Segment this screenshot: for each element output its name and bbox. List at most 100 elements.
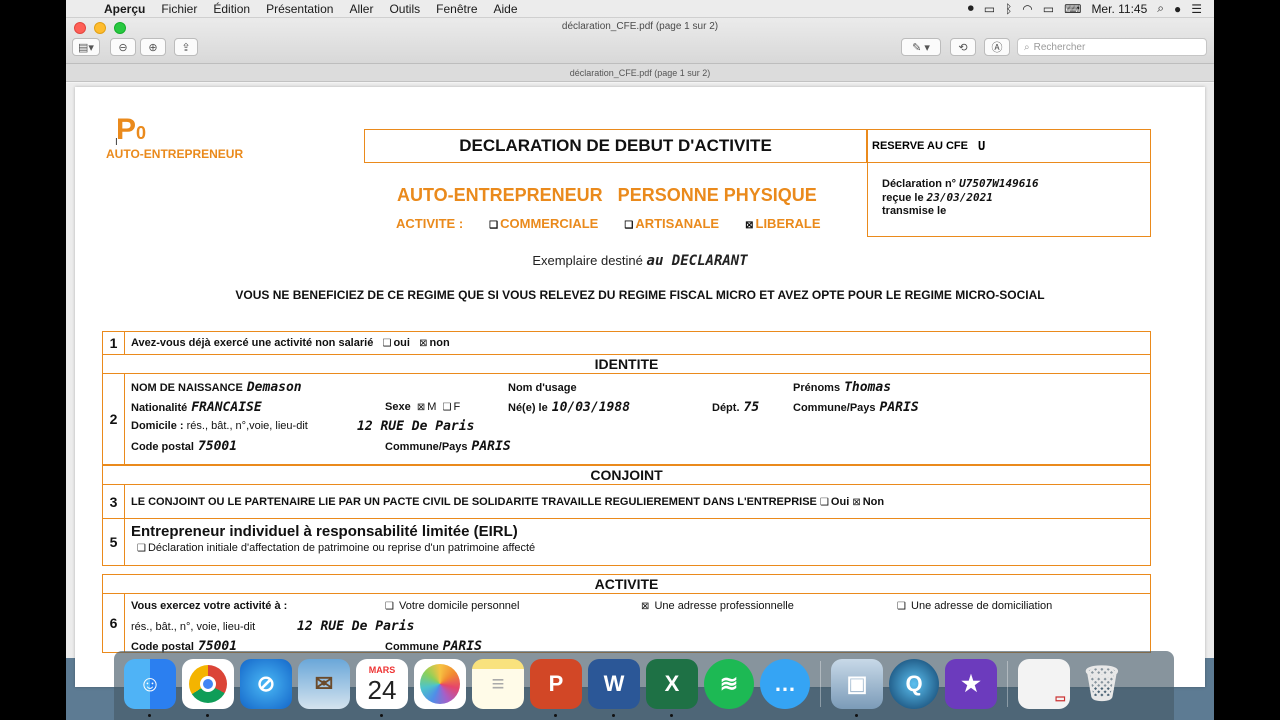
question-3-row: 3 LE CONJOINT OU LE PARTENAIRE LIE PAR U…	[102, 484, 1151, 519]
safari-icon[interactable]: ⊘	[240, 659, 292, 709]
q6-label: Vous exercez votre activité à :	[131, 600, 288, 612]
checkbox-empty-icon[interactable]: ❑	[137, 543, 146, 554]
zoom-out-icon[interactable]: ⊖	[110, 38, 136, 56]
bluetooth-icon[interactable]: ᛒ	[1005, 2, 1012, 16]
declaration-value: U7507W149616	[959, 177, 1039, 190]
recue-label: reçue le	[882, 192, 924, 204]
menu-outils[interactable]: Outils	[381, 2, 428, 16]
checkbox-checked-icon[interactable]: ⊠	[641, 601, 649, 612]
preview-icon[interactable]: ▣	[831, 659, 883, 717]
quicktime-icon[interactable]: Q	[889, 659, 939, 709]
commune-pays2-value: PARIS	[471, 439, 511, 454]
dock: ☺ ⊘ ✉ MARS 24 ≡ P W X ≋ … ▣ Q ★ ▭ 🗑	[114, 651, 1174, 720]
imovie-icon[interactable]: ★	[945, 659, 997, 709]
question-6-row: 6 Vous exercez votre activité à : ❑ Votr…	[102, 593, 1151, 654]
search-placeholder: Rechercher	[1033, 41, 1086, 53]
chrome-icon[interactable]	[182, 659, 234, 717]
powerpoint-icon[interactable]: P	[530, 659, 582, 717]
title-bar: déclaration_CFE.pdf (page 1 sur 2) ▤▾ ⊖ …	[66, 18, 1214, 64]
ae-heading: AUTO-ENTREPRENEUR PERSONNE PHYSIQUE	[397, 185, 817, 205]
keyboard-icon[interactable]: ⌨	[1064, 2, 1081, 16]
q1-text: Avez-vous déjà exercé une activité non s…	[131, 337, 374, 349]
menu-aller[interactable]: Aller	[341, 2, 381, 16]
checkbox-checked-icon[interactable]: ⊠	[852, 497, 860, 508]
document-viewer[interactable]: I P0 AUTO-ENTREPRENEUR DECLARATION DE DE…	[66, 83, 1214, 687]
document-icon[interactable]: ▭	[1018, 659, 1070, 709]
notification-center-icon[interactable]: ☰	[1191, 2, 1202, 16]
checkbox-checked-icon[interactable]: ⊠	[417, 402, 425, 413]
menu-aide[interactable]: Aide	[486, 2, 526, 16]
q6-address-value: 12 RUE De Paris	[297, 619, 415, 634]
sidebar-toggle-icon[interactable]: ▤▾	[72, 38, 100, 56]
zoom-in-icon[interactable]: ⊕	[140, 38, 166, 56]
rotate-icon[interactable]: ⟲	[950, 38, 976, 56]
battery-icon[interactable]: ▭	[1043, 2, 1054, 16]
activite-commerciale-option[interactable]: ❑ COMMERCIALE	[489, 216, 598, 231]
airplay-icon[interactable]: ▭	[984, 2, 995, 16]
question-number: 2	[103, 374, 125, 464]
trash-icon[interactable]: 🗑	[1076, 659, 1128, 709]
question-number: 5	[103, 519, 125, 565]
exemplaire-line: Exemplaire destiné au DECLARANT	[532, 253, 748, 269]
activite-liberale-option[interactable]: ⊠ LIBERALE	[745, 216, 820, 231]
form-title: DECLARATION DE DEBUT D'ACTIVITE	[364, 129, 867, 163]
mail-icon[interactable]: ✉	[298, 659, 350, 709]
checkbox-empty-icon[interactable]: ❑	[820, 497, 829, 508]
dept-value: 75	[743, 400, 760, 415]
menu-edition[interactable]: Édition	[205, 2, 258, 16]
declaration-label: Déclaration n°	[882, 178, 957, 190]
record-icon[interactable]: ⏺	[968, 1, 974, 16]
auto-entrepreneur-small: AUTO-ENTREPRENEUR	[106, 147, 244, 161]
messages-icon[interactable]: …	[760, 659, 810, 709]
calendar-icon[interactable]: MARS 24	[356, 659, 408, 717]
eirl-title: Entrepreneur individuel à responsabilité…	[131, 523, 518, 540]
nom-naissance-value: Demason	[246, 380, 302, 395]
checkbox-empty-icon[interactable]: ❑	[624, 220, 633, 231]
document-tab[interactable]: déclaration_CFE.pdf (page 1 sur 2)	[66, 64, 1214, 82]
dock-separator	[820, 661, 821, 707]
cfe-box: RESERVE AU CFE U Déclaration n° U7507W14…	[867, 129, 1151, 237]
siri-icon[interactable]: ●	[1174, 2, 1181, 16]
preview-window: déclaration_CFE.pdf (page 1 sur 2) ▤▾ ⊖ …	[66, 18, 1214, 687]
reserve-label: RESERVE AU CFE	[872, 140, 968, 152]
menu-bar: Aperçu Fichier Édition Présentation Alle…	[66, 0, 1214, 18]
letterbox-left	[0, 0, 66, 720]
menu-clock[interactable]: Mer. 11:45	[1091, 2, 1147, 16]
toolbar: ▤▾ ⊖ ⊕ ⇪ ✎ ▾ ⟲ Ⓐ ⌕ Rechercher	[66, 38, 1214, 58]
share-icon[interactable]: ⇪	[174, 38, 198, 56]
spotlight-search-icon[interactable]: ⌕	[1157, 1, 1164, 16]
checkbox-checked-icon[interactable]: ⊠	[745, 220, 753, 231]
menu-fichier[interactable]: Fichier	[153, 2, 205, 16]
search-field[interactable]: ⌕ Rechercher	[1017, 38, 1207, 56]
checkbox-empty-icon[interactable]: ❑	[489, 220, 498, 231]
q3-text: LE CONJOINT OU LE PARTENAIRE LIE PAR UN …	[131, 496, 817, 508]
regime-notice: VOUS NE BENEFICIEZ DE CE REGIME QUE SI V…	[235, 288, 1045, 302]
excel-icon[interactable]: X	[646, 659, 698, 717]
letterbox-right	[1214, 0, 1280, 720]
checkbox-empty-icon[interactable]: ❑	[385, 601, 394, 612]
checkbox-empty-icon[interactable]: ❑	[443, 402, 452, 413]
domicile-value: 12 RUE De Paris	[357, 419, 475, 434]
checkbox-checked-icon[interactable]: ⊠	[419, 338, 427, 349]
photos-icon[interactable]	[414, 659, 466, 709]
dock-separator	[1007, 661, 1008, 707]
menu-presentation[interactable]: Présentation	[258, 2, 341, 16]
desktop: Aperçu Fichier Édition Présentation Alle…	[66, 0, 1214, 720]
window-title: déclaration_CFE.pdf (page 1 sur 2)	[561, 21, 719, 32]
wifi-icon[interactable]: ◠	[1022, 2, 1032, 16]
activite-artisanale-option[interactable]: ❑ ARTISANALE	[624, 216, 719, 231]
spotify-icon[interactable]: ≋	[704, 659, 754, 709]
annotate-icon[interactable]: Ⓐ	[984, 38, 1010, 56]
activite-label: ACTIVITE :	[396, 216, 464, 231]
checkbox-empty-icon[interactable]: ❑	[382, 338, 391, 349]
checkbox-empty-icon[interactable]: ❑	[897, 601, 906, 612]
notes-icon[interactable]: ≡	[472, 659, 524, 709]
finder-icon[interactable]: ☺	[124, 659, 176, 717]
menu-fenetre[interactable]: Fenêtre	[428, 2, 485, 16]
calendar-day: 24	[367, 675, 397, 705]
menu-app[interactable]: Aperçu	[96, 2, 153, 16]
p0-logo: P0	[116, 113, 147, 146]
markup-pen-icon[interactable]: ✎ ▾	[901, 38, 941, 56]
question-number: 1	[103, 332, 125, 354]
word-icon[interactable]: W	[588, 659, 640, 717]
